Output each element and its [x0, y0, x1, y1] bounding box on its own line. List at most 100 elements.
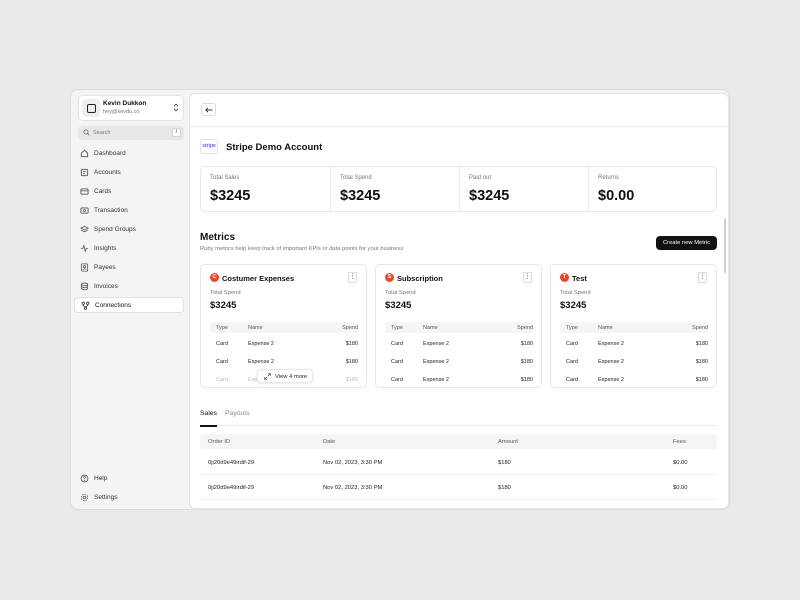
sidebar-item-payees[interactable]: Payees — [74, 259, 184, 275]
table-row[interactable]: Card Expense 2 $180 — [385, 333, 533, 351]
view-more-label: View 4 more — [275, 373, 308, 380]
cell-date: Nov 02, 2023, 3:30 PM — [323, 485, 383, 491]
metric-card: C Costumer Expenses ⋮ Total Spend $3245 … — [200, 264, 367, 388]
sidebar-item-label: Invoices — [94, 282, 118, 290]
sidebar-item-help[interactable]: Help — [74, 470, 184, 486]
sidebar-item-invoices[interactable]: Invoices — [74, 278, 184, 294]
cell-name: Expense 2 — [423, 377, 449, 383]
table-row[interactable]: Card Expense 2 $180 — [385, 351, 533, 369]
stat-label: Total Spend — [340, 175, 372, 181]
view-more-button[interactable]: View 4 more — [257, 369, 313, 383]
cell-spend: $180 — [520, 359, 533, 365]
metric-card: T Test ⋮ Total Spend $3245 Type Name Spe… — [550, 264, 717, 388]
sidebar-item-label: Insights — [94, 244, 117, 252]
cell-type: Card — [391, 377, 403, 383]
metric-card-title: Costumer Expenses — [222, 273, 295, 283]
stat-value: $0.00 — [598, 188, 635, 204]
card-spend-label: Total Spend — [385, 290, 416, 296]
search-bar[interactable]: Search / — [78, 126, 184, 140]
search-placeholder: Search — [93, 129, 111, 136]
card-spend-value: $3245 — [560, 300, 587, 311]
cell-spend: $180 — [345, 341, 358, 347]
table-row[interactable]: 0ji20d9e49irdif-29 Nov 02, 2023, 3:30 PM… — [200, 451, 717, 475]
column-header: Name — [248, 325, 263, 331]
card-spend-value: $3245 — [210, 300, 237, 311]
sidebar-item-accounts[interactable]: Accounts — [74, 164, 184, 180]
cell-date: Nov 02, 2023, 3:30 PM — [323, 460, 383, 466]
app-window: Kevin Dukkon hey@kevdu.co Search / Dashb… — [70, 89, 730, 510]
activity-icon — [80, 243, 89, 253]
sidebar-item-label: Accounts — [94, 168, 121, 176]
create-metric-button[interactable]: Create new Metric — [656, 236, 717, 250]
expand-icon — [264, 373, 271, 380]
database-icon — [80, 282, 89, 290]
tab-sales[interactable]: Sales — [200, 410, 217, 417]
sidebar-item-label: Cards — [94, 187, 112, 195]
cell-name: Expense 2 — [248, 359, 274, 365]
table-row[interactable]: Card Expense 2 $180 — [560, 369, 708, 387]
cell-order-id: 0ji20d9e49irdif-29 — [208, 485, 255, 491]
help-icon — [80, 474, 89, 482]
table-header: Type Name Spend — [560, 322, 708, 333]
column-header: Spend — [517, 325, 533, 331]
column-header: Type — [216, 325, 228, 331]
cell-type: Card — [216, 377, 228, 383]
column-header: Type — [391, 325, 403, 331]
cell-amount: $180 — [498, 460, 511, 466]
sidebar-item-transaction[interactable]: Transaction — [74, 202, 184, 218]
table-row[interactable]: Card Expense 2 $180 — [560, 333, 708, 351]
table-row[interactable]: 0ji20d9e49irdif-29 Nov 02, 2023, 3:30 PM… — [200, 476, 717, 500]
metric-table: Type Name Spend Card Expense 2 $180 Card… — [560, 322, 708, 387]
profile-name: Kevin Dukkon — [103, 100, 147, 107]
table-row[interactable]: Card Expense 2 $180 — [385, 369, 533, 387]
sidebar-item-label: Transaction — [94, 206, 128, 214]
more-options-icon[interactable]: ⋮ — [348, 272, 357, 283]
sidebar-item-dashboard[interactable]: Dashboard — [74, 145, 184, 161]
cell-name: Expense 2 — [423, 341, 449, 347]
stripe-logo: stripe — [200, 139, 218, 154]
cell-name: Expense 2 — [248, 341, 274, 347]
table-row[interactable]: Card Expense 2 $180 — [210, 351, 358, 369]
cell-type: Card — [391, 341, 403, 347]
sidebar-item-label: Help — [94, 474, 108, 482]
stat-value: $3245 — [210, 188, 251, 204]
table-row[interactable]: Card Expense 2 $180 — [210, 333, 358, 351]
metric-table: Type Name Spend Card Expense 2 $180 Card… — [385, 322, 533, 387]
home-icon — [80, 149, 89, 157]
sidebar-item-cards[interactable]: Cards — [74, 183, 184, 199]
tab-payouts[interactable]: Payouts — [225, 410, 250, 417]
settings-icon — [80, 493, 89, 501]
search-icon — [83, 129, 90, 136]
sidebar: Kevin Dukkon hey@kevdu.co Search / Dashb… — [71, 90, 189, 509]
stat-label: Paid out — [469, 175, 492, 181]
column-header: Spend — [342, 325, 358, 331]
stat-label: Total Sales — [210, 175, 240, 181]
back-button[interactable] — [201, 103, 216, 116]
stats-summary: Total Sales $3245 Total Spend $3245 Paid… — [200, 166, 717, 212]
chevron-up-down-icon — [173, 103, 179, 113]
connections-icon — [81, 301, 90, 310]
more-options-icon[interactable]: ⋮ — [523, 272, 532, 283]
sidebar-item-spend-groups[interactable]: Spend Groups — [74, 221, 184, 237]
sidebar-item-insights[interactable]: Insights — [74, 240, 184, 256]
sidebar-item-settings[interactable]: Settings — [74, 489, 184, 505]
sidebar-item-connections[interactable]: Connections — [74, 297, 184, 313]
cell-name: Expense 2 — [598, 377, 624, 383]
table-header: Type Name Spend — [385, 322, 533, 333]
metric-badge-icon: T — [560, 273, 569, 282]
tab-bar: Sales Payouts — [200, 406, 717, 427]
card-icon — [80, 188, 89, 195]
table-header: Type Name Spend — [210, 322, 358, 333]
scrollbar[interactable] — [724, 218, 726, 273]
stat-total-spend: Total Spend $3245 — [330, 167, 459, 211]
cell-spend: $180 — [520, 341, 533, 347]
more-options-icon[interactable]: ⋮ — [698, 272, 707, 283]
column-header: Date — [323, 438, 336, 445]
cell-fees: $0.00 — [673, 485, 688, 491]
profile-switcher[interactable]: Kevin Dukkon hey@kevdu.co — [78, 95, 184, 121]
metric-card-title: Test — [572, 273, 587, 283]
cell-name: Expense 2 — [598, 341, 624, 347]
table-row[interactable]: Card Expense 2 $180 — [560, 351, 708, 369]
column-header: Order ID — [208, 438, 231, 445]
cell-spend: $180 — [345, 359, 358, 365]
